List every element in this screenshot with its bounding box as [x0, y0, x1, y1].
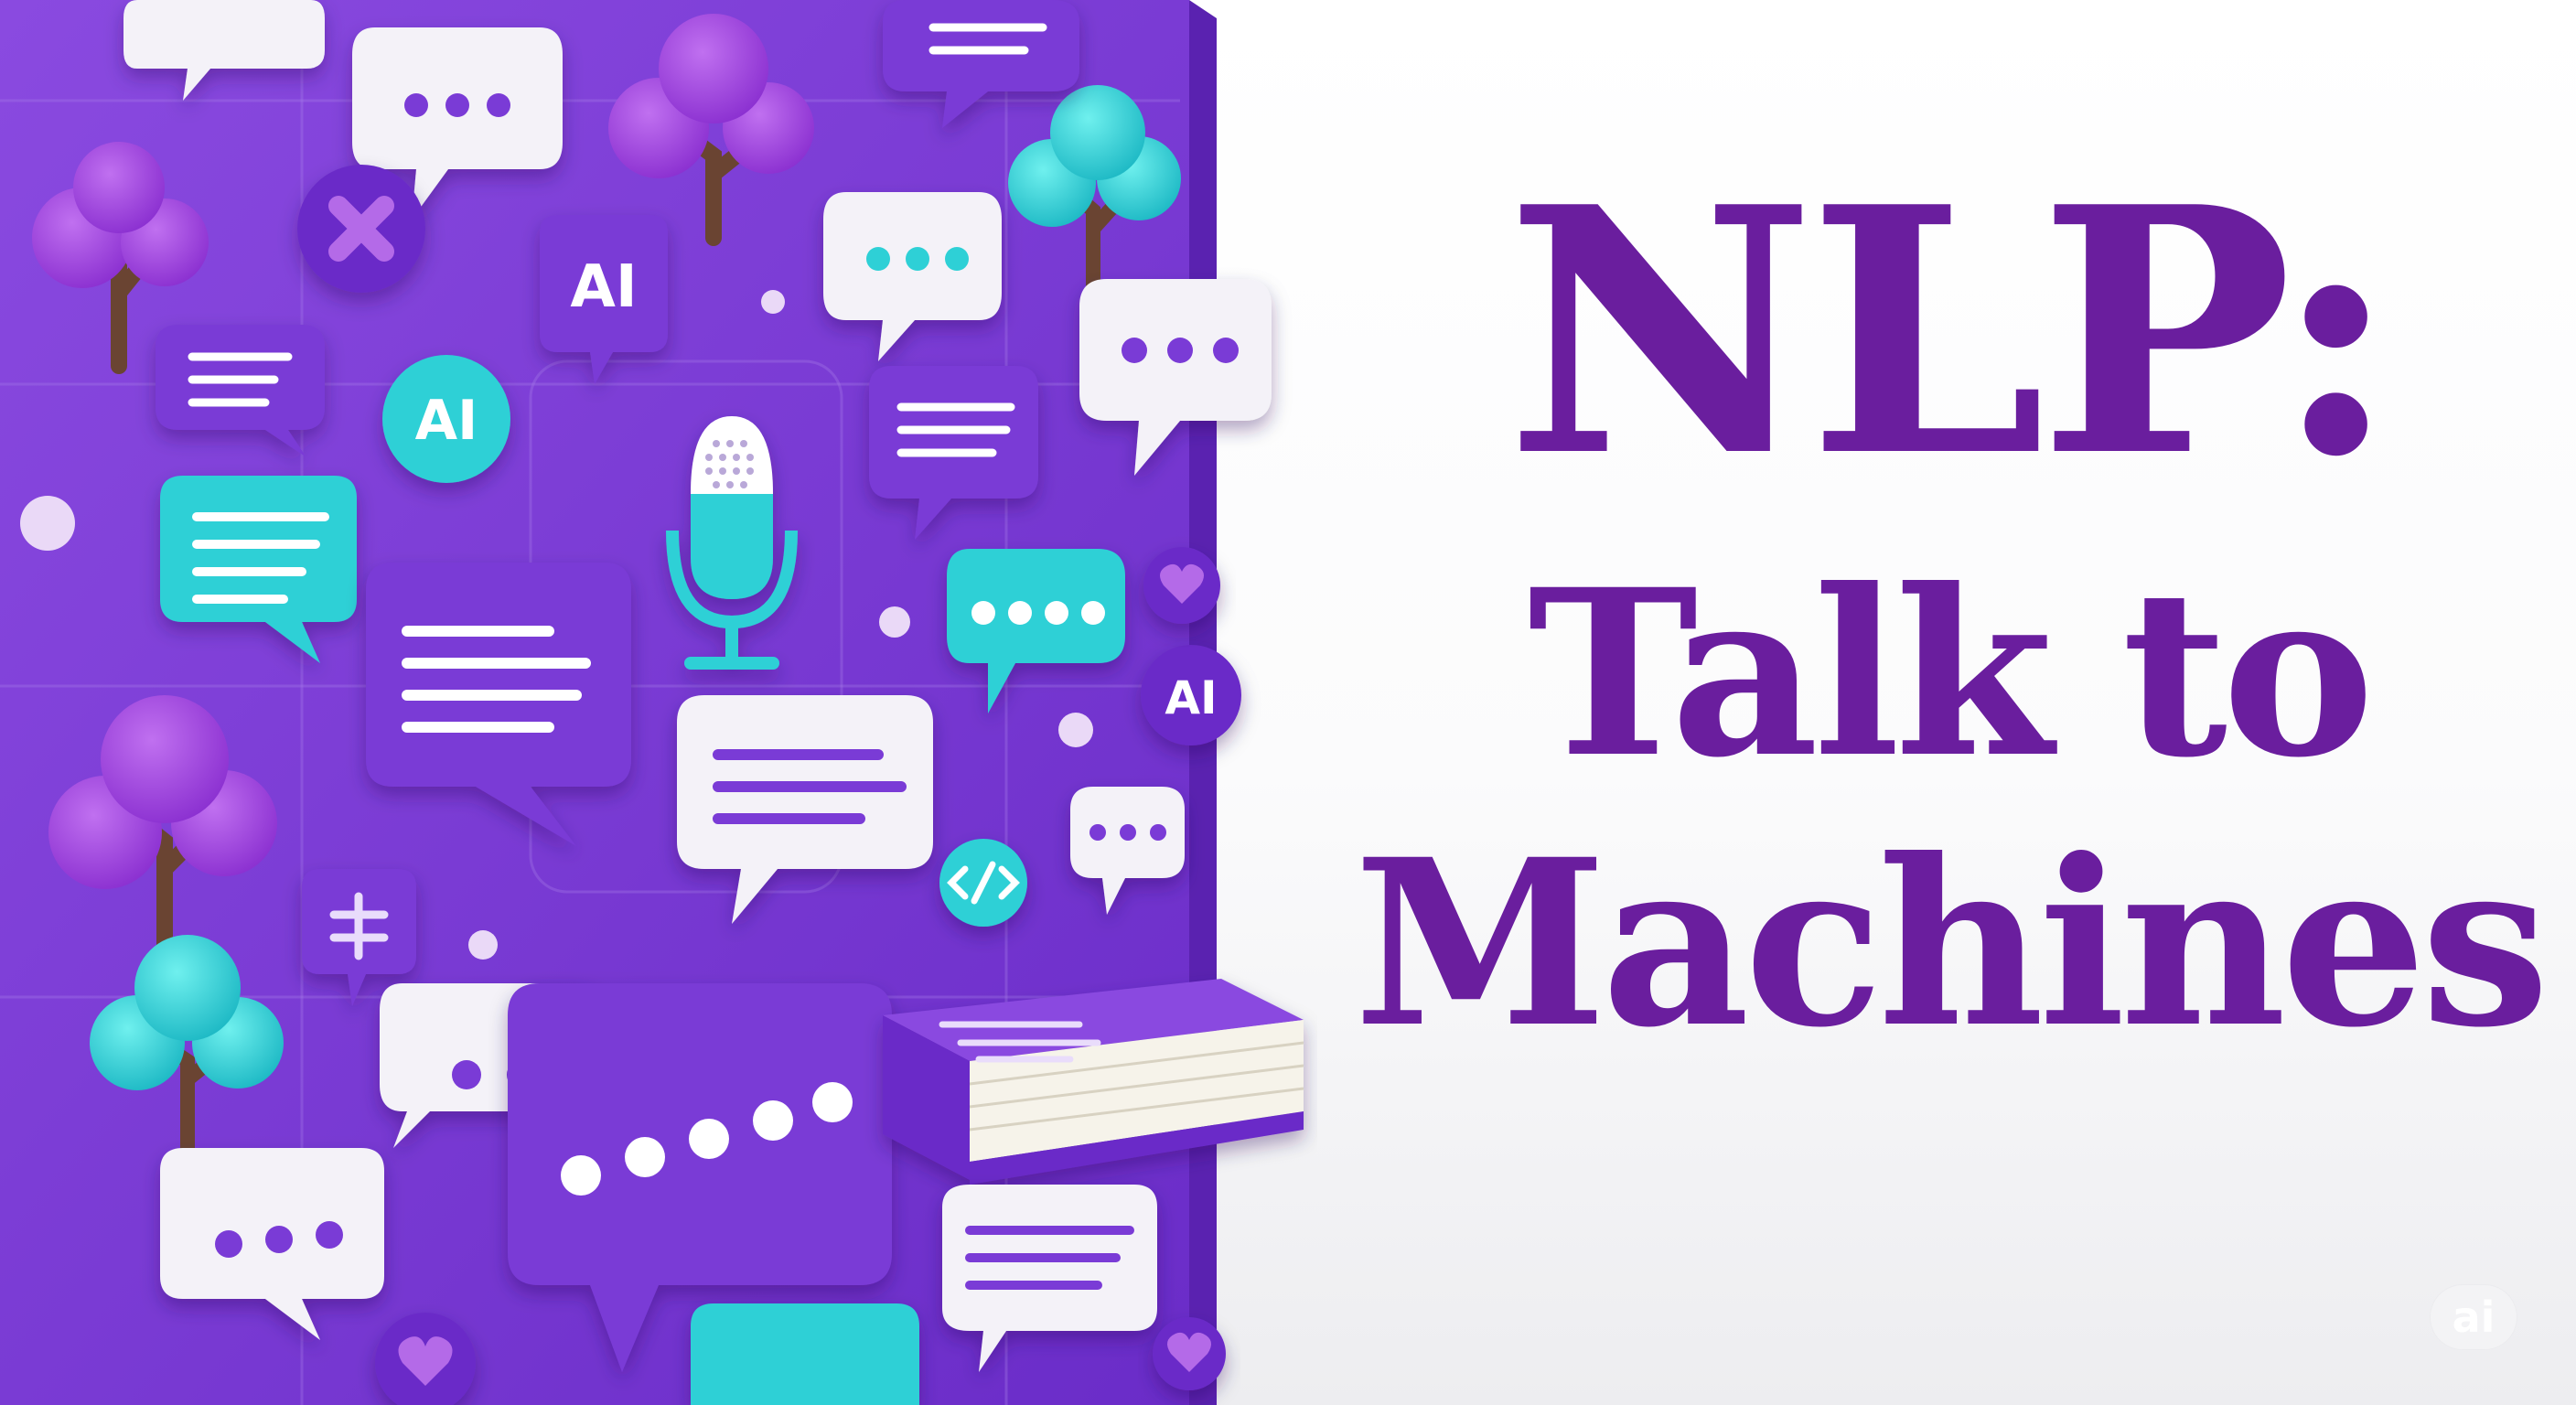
- ai-badge-label: AI: [415, 389, 478, 453]
- code-icon: [939, 839, 1027, 927]
- speech-bubble-icon: [691, 1303, 919, 1405]
- book-icon: [883, 979, 1304, 1185]
- ai-watermark: ai: [2430, 1284, 2517, 1350]
- close-icon: [297, 165, 425, 293]
- title-block: NLP: Talk to Machines: [1354, 134, 2549, 1078]
- title-line-1: NLP:: [1506, 134, 2399, 531]
- heart-icon: [1153, 1317, 1226, 1390]
- nlp-illustration: AI AI AI: [0, 0, 1304, 1405]
- ai-badge-label: AI: [570, 253, 637, 321]
- title-line-2: Talk to: [1528, 538, 2375, 808]
- ai-badge-icon: AI: [382, 355, 510, 483]
- ai-badge-icon: AI: [1141, 645, 1241, 745]
- heart-icon: [1143, 547, 1220, 624]
- title-line-3: Machines: [1354, 808, 2549, 1078]
- ai-badge-label: AI: [1165, 671, 1217, 724]
